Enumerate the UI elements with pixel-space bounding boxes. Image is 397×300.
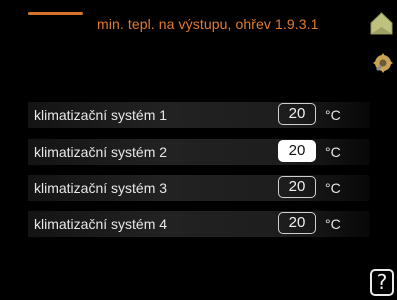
unit-label: °C (325, 144, 341, 160)
list-item[interactable]: klimatizační systém 1 20 °C (28, 102, 370, 128)
unit-label: °C (325, 107, 341, 123)
home-icon[interactable] (368, 10, 395, 37)
list-item[interactable]: klimatizační systém 3 20 °C (28, 175, 370, 201)
value-field-selected[interactable]: 20 (278, 140, 316, 162)
help-button[interactable]: ? (370, 269, 394, 296)
row-label: klimatizační systém 4 (34, 216, 168, 232)
unit-label: °C (325, 180, 341, 196)
value-field[interactable]: 20 (278, 176, 316, 198)
unit-label: °C (325, 216, 341, 232)
row-label: klimatizační systém 3 (34, 180, 168, 196)
gear-icon[interactable] (372, 52, 394, 74)
list-item[interactable]: klimatizační systém 2 20 °C (28, 139, 370, 165)
value-field[interactable]: 20 (278, 212, 316, 234)
value-field[interactable]: 20 (278, 103, 316, 125)
list-item[interactable]: klimatizační systém 4 20 °C (28, 211, 370, 237)
screen: min. tepl. na výstupu, ohřev 1.9.3.1 kli… (0, 0, 397, 300)
title-rule (28, 12, 83, 15)
page-title: min. tepl. na výstupu, ohřev 1.9.3.1 (97, 16, 319, 32)
row-label: klimatizační systém 2 (34, 144, 168, 160)
row-label: klimatizační systém 1 (34, 107, 168, 123)
